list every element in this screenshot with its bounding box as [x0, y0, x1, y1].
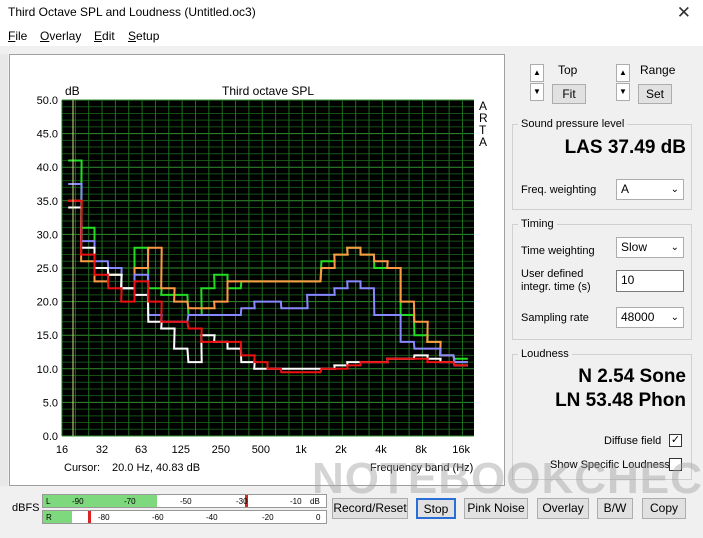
meter-tick: -20 [262, 513, 274, 522]
sampling-rate-select[interactable]: 48000 ⌄ [616, 307, 684, 328]
meter-left-channel: L [46, 497, 51, 506]
user-time-label-2: integr. time (s) [521, 281, 591, 293]
meter-tick: 0 [316, 513, 321, 522]
meter-tick: -10 [290, 497, 302, 506]
chart-title: Third octave SPL [222, 84, 315, 98]
overlay-button[interactable]: Overlay [537, 498, 589, 519]
cursor-label: Cursor: [64, 462, 101, 474]
freq-weighting-label: Freq. weighting [521, 184, 597, 196]
meter-tick: -70 [124, 497, 136, 506]
range-up-icon[interactable]: ▲ [616, 64, 630, 82]
spl-value: LAS 37.49 dB [564, 137, 686, 158]
record-reset-button[interactable]: Record/Reset [332, 498, 408, 519]
sampling-rate-value: 48000 [621, 310, 655, 324]
range-label: Range [640, 63, 676, 77]
chevron-down-icon: ⌄ [670, 242, 679, 253]
stop-button[interactable]: Stop [416, 498, 456, 519]
meter-tick: -80 [98, 513, 110, 522]
set-button[interactable]: Set [638, 84, 672, 104]
meter-tick: -60 [152, 513, 164, 522]
dbfs-label: dBFS [12, 502, 40, 514]
chevron-down-icon: ⌄ [670, 184, 679, 195]
plot-panel [9, 54, 505, 486]
arta-label: A R T A [479, 100, 489, 148]
notebookcheck-watermark: NOTEBOOKCHECK [312, 454, 703, 503]
loudness-group-title: Loudness [518, 348, 572, 360]
title-bar: Third Octave SPL and Loudness (Untitled.… [0, 0, 703, 26]
loudness-phon: LN 53.48 Phon [555, 390, 686, 411]
loudness-sone: N 2.54 Sone [578, 366, 686, 387]
y-unit-label: dB [65, 84, 80, 98]
top-down-icon[interactable]: ▼ [530, 83, 544, 101]
meter-tick: -90 [72, 497, 84, 506]
window-title: Third Octave SPL and Loudness (Untitled.… [8, 5, 256, 19]
time-weighting-select[interactable]: Slow ⌄ [616, 237, 684, 258]
meter-left-fill [43, 495, 157, 507]
cursor-value: 20.0 Hz, 40.83 dB [112, 462, 201, 474]
chevron-down-icon: ⌄ [670, 312, 679, 323]
freq-weighting-select[interactable]: A ⌄ [616, 179, 684, 200]
spl-group-title: Sound pressure level [518, 118, 628, 130]
pink-noise-button[interactable]: Pink Noise [464, 498, 528, 519]
user-time-label-1: User defined [521, 268, 584, 280]
top-label: Top [558, 63, 578, 77]
meter-tick: -40 [206, 513, 218, 522]
timing-group-title: Timing [518, 218, 557, 230]
left-scrollbar[interactable] [0, 54, 8, 486]
diffuse-field-label: Diffuse field [604, 435, 662, 447]
bw-button[interactable]: B/W [597, 498, 633, 519]
close-icon[interactable]: ✕ [677, 3, 691, 23]
meter-right [42, 510, 327, 524]
time-weighting-value: Slow [621, 240, 648, 254]
time-weighting-label: Time weighting [521, 245, 595, 257]
arta-letter: A [479, 135, 488, 149]
range-down-icon[interactable]: ▼ [616, 83, 630, 101]
freq-weighting-value: A [621, 182, 630, 196]
menu-file[interactable]: File [8, 29, 27, 43]
meter-tick: dB [310, 497, 320, 506]
integration-time-input[interactable]: 10 [616, 270, 684, 292]
meter-right-peak [88, 511, 91, 523]
menu-setup[interactable]: Setup [128, 29, 159, 43]
sampling-rate-label: Sampling rate [521, 312, 589, 324]
meter-tick: -30 [236, 497, 248, 506]
meter-tick: -50 [180, 497, 192, 506]
menu-edit[interactable]: Edit [94, 29, 115, 43]
copy-button[interactable]: Copy [642, 498, 686, 519]
top-up-icon[interactable]: ▲ [530, 64, 544, 82]
meter-right-channel: R [46, 513, 52, 522]
menu-overlay[interactable]: Overlay [40, 29, 81, 43]
menu-bar: File Overlay Edit Setup [0, 26, 703, 46]
fit-button[interactable]: Fit [552, 84, 586, 104]
diffuse-field-checkbox[interactable]: ✓ [669, 434, 682, 447]
